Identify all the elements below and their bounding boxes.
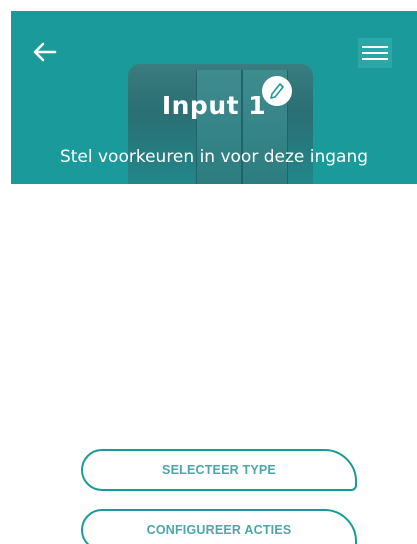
arrow-left-icon bbox=[33, 42, 57, 62]
select-type-button[interactable]: SELECTEER TYPE bbox=[81, 449, 357, 491]
page-subtitle: Stel voorkeuren in voor deze ingang bbox=[59, 147, 369, 167]
edit-title-button[interactable] bbox=[262, 76, 292, 106]
configure-actions-button[interactable]: CONFIGUREER ACTIES bbox=[81, 509, 357, 544]
pencil-icon bbox=[270, 83, 284, 99]
page-title: Input 1 bbox=[161, 91, 267, 120]
back-button[interactable] bbox=[29, 39, 59, 65]
menu-button[interactable] bbox=[358, 38, 392, 68]
hamburger-menu-icon bbox=[362, 46, 388, 60]
page-header: Input 1 Stel voorkeuren in voor deze ing… bbox=[11, 11, 417, 184]
